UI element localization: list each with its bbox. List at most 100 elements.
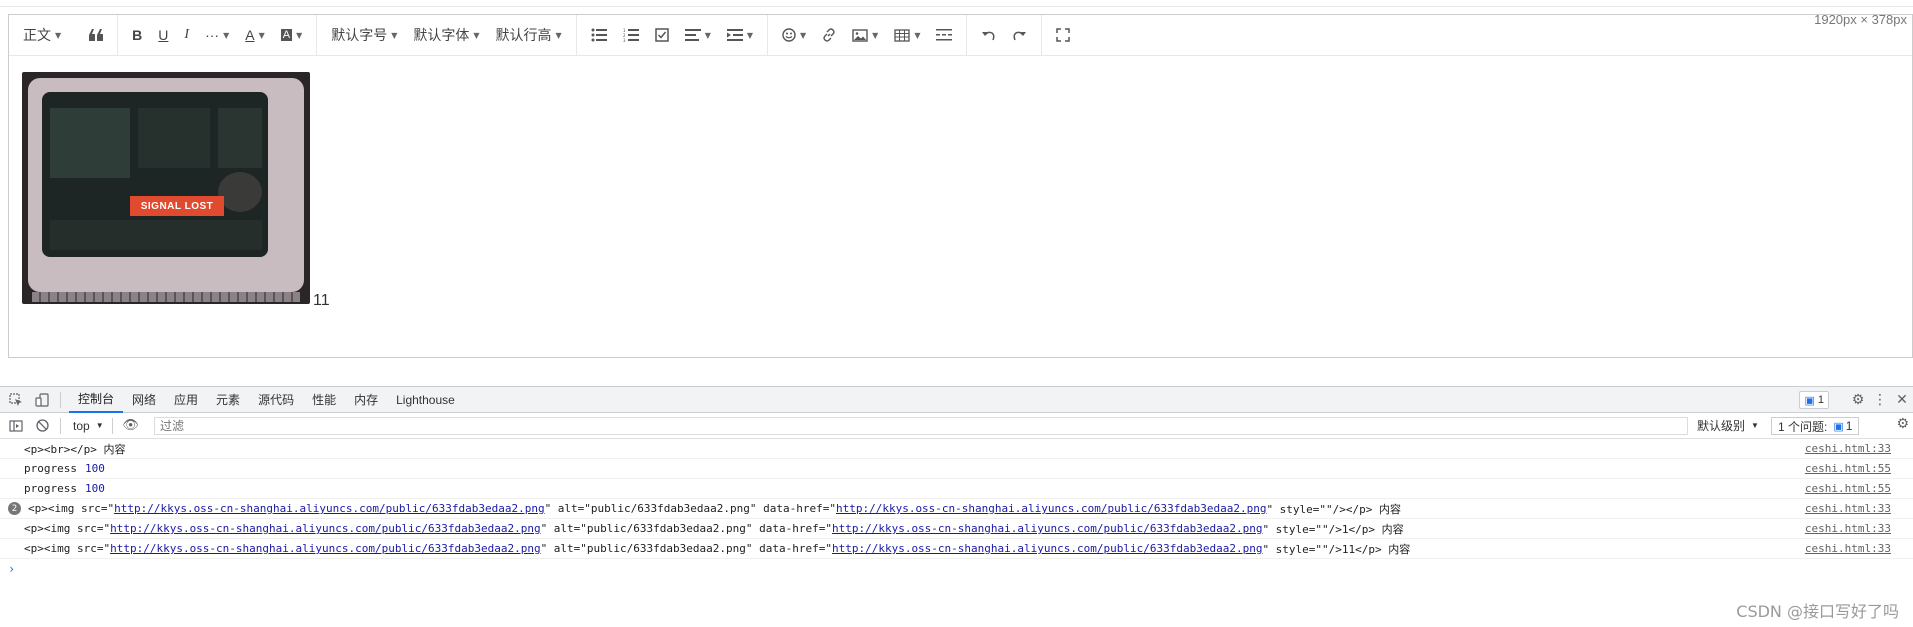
- bg-color-icon: A: [280, 29, 293, 41]
- source-link[interactable]: ceshi.html:55: [1805, 462, 1891, 475]
- console-filter-input[interactable]: [154, 417, 1688, 435]
- rich-text-editor: 正文 ▼ B U I ··· ▼ A ▼ A ▼ 默认字号 ▼ 默认字体 ▼ 默认行高 ▼ 1…: [8, 14, 1913, 358]
- tab-application[interactable]: 应用: [165, 387, 207, 413]
- todo-icon: [654, 28, 669, 42]
- devtools-panel: 控制台 网络 应用 元素 源代码 性能 内存 Lighthouse ▣ 1 ⚙ ⋮…: [0, 386, 1913, 627]
- toolbar-divider: [966, 14, 968, 56]
- log-levels-label: 默认级别: [1697, 419, 1746, 433]
- source-link[interactable]: ceshi.html:33: [1805, 442, 1891, 455]
- keyboard-strip: [32, 292, 300, 302]
- kebab-icon: ⋮: [1873, 392, 1887, 408]
- numbered-list-button[interactable]: 123: [615, 19, 647, 51]
- more-options-button[interactable]: ⋮: [1869, 392, 1891, 408]
- tab-network[interactable]: 网络: [123, 387, 165, 413]
- tab-lighthouse[interactable]: Lighthouse: [387, 387, 464, 413]
- quote-button[interactable]: [81, 19, 111, 51]
- close-devtools-button[interactable]: ✕: [1891, 392, 1913, 408]
- console-settings-button[interactable]: ⚙: [1896, 416, 1909, 432]
- source-link[interactable]: ceshi.html:55: [1805, 482, 1891, 495]
- line-height-label: 默认行高: [495, 27, 552, 43]
- monitor-screen: SIGNAL LOST: [42, 92, 268, 257]
- tab-sources[interactable]: 源代码: [249, 387, 303, 413]
- image-icon: [852, 28, 868, 42]
- todo-button[interactable]: [647, 19, 677, 51]
- screen-globe-panel: [218, 172, 262, 212]
- toolbar-divider: [1041, 14, 1043, 56]
- undo-button[interactable]: [973, 19, 1004, 51]
- underline-button[interactable]: U: [150, 19, 176, 51]
- font-family-label: 默认字体: [413, 27, 470, 43]
- bullet-list-icon: [591, 28, 607, 42]
- clear-console-button[interactable]: [32, 416, 52, 436]
- clear-icon: [35, 419, 49, 432]
- bold-button[interactable]: B: [124, 19, 150, 51]
- log-url-link[interactable]: http://kkys.oss-cn-shanghai.aliyuncs.com…: [832, 542, 1262, 555]
- link-button[interactable]: [814, 19, 844, 51]
- log-label: progress: [24, 462, 77, 475]
- sidebar-toggle-button[interactable]: [6, 416, 26, 436]
- log-url-link[interactable]: http://kkys.oss-cn-shanghai.aliyuncs.com…: [110, 522, 540, 535]
- tab-memory[interactable]: 内存: [345, 387, 387, 413]
- tab-divider: [60, 391, 61, 408]
- settings-button[interactable]: ⚙: [1847, 392, 1869, 408]
- font-size-label: 默认字号: [331, 27, 388, 43]
- log-url-link[interactable]: http://kkys.oss-cn-shanghai.aliyuncs.com…: [832, 522, 1262, 535]
- quote-icon: [89, 29, 104, 41]
- context-label: top: [73, 418, 90, 433]
- context-selector[interactable]: top ▼: [73, 419, 104, 433]
- bg-color-button[interactable]: A ▼: [273, 19, 311, 51]
- inserted-image[interactable]: SIGNAL LOST: [22, 72, 310, 304]
- log-text-pre: <p><img src=": [24, 522, 111, 535]
- log-url-link[interactable]: http://kkys.oss-cn-shanghai.aliyuncs.com…: [114, 502, 544, 515]
- redo-button[interactable]: [1004, 19, 1035, 51]
- image-button[interactable]: ▼: [844, 19, 886, 51]
- screen-map-panel: [50, 108, 130, 178]
- log-url-link[interactable]: http://kkys.oss-cn-shanghai.aliyuncs.com…: [110, 542, 540, 555]
- emoji-button[interactable]: ▼: [774, 19, 814, 51]
- tab-elements[interactable]: 元素: [207, 387, 249, 413]
- source-link[interactable]: ceshi.html:33: [1805, 542, 1891, 555]
- divider-button[interactable]: [928, 19, 960, 51]
- justify-button[interactable]: ▼: [677, 19, 719, 51]
- more-button[interactable]: ··· ▼: [197, 19, 237, 51]
- tab-console[interactable]: 控制台: [69, 387, 124, 413]
- source-link[interactable]: ceshi.html:33: [1805, 502, 1891, 515]
- device-toolbar-button[interactable]: [32, 390, 52, 410]
- font-family-dropdown[interactable]: 默认字体 ▼: [405, 19, 487, 51]
- font-size-dropdown[interactable]: 默认字号 ▼: [323, 19, 405, 51]
- log-text-post: " style=""/>1</p> 内容: [1262, 522, 1404, 536]
- filter-divider: [60, 417, 61, 434]
- inspect-element-button[interactable]: [6, 390, 26, 410]
- chevron-down-icon: ▼: [872, 30, 879, 40]
- underline-icon: U: [158, 27, 169, 43]
- chevron-down-icon: ▼: [914, 30, 921, 40]
- line-height-dropdown[interactable]: 默认行高 ▼: [488, 19, 570, 51]
- indent-icon: [726, 29, 743, 41]
- source-link[interactable]: ceshi.html:33: [1805, 522, 1891, 535]
- tab-performance[interactable]: 性能: [303, 387, 345, 413]
- issues-badge[interactable]: ▣ 1: [1799, 391, 1829, 409]
- indent-button[interactable]: ▼: [719, 19, 761, 51]
- italic-button[interactable]: I: [176, 19, 197, 51]
- log-url-link[interactable]: http://kkys.oss-cn-shanghai.aliyuncs.com…: [836, 502, 1266, 515]
- font-color-button[interactable]: A ▼: [237, 19, 273, 51]
- console-message: <p><br></p> 内容 ceshi.html:33: [0, 439, 1913, 459]
- log-levels-dropdown[interactable]: 默认级别 ▼: [1697, 417, 1759, 434]
- editor-content[interactable]: SIGNAL LOST 11: [9, 56, 1912, 357]
- fullscreen-button[interactable]: [1048, 19, 1078, 51]
- paragraph-text: 11: [313, 292, 330, 309]
- live-expression-button[interactable]: 👁: [121, 416, 141, 436]
- table-icon: [894, 28, 910, 42]
- log-text-mid: " alt="public/633fdab3edaa2.png" data-hr…: [540, 542, 832, 555]
- inspect-icon: [9, 392, 22, 406]
- table-button[interactable]: ▼: [886, 19, 928, 51]
- bullet-list-button[interactable]: [583, 19, 615, 51]
- prompt-chevron-icon: ›: [8, 562, 16, 576]
- issues-count: 1: [1845, 419, 1853, 433]
- issues-counter[interactable]: 1 个问题: ▣ 1: [1771, 417, 1860, 435]
- console-prompt[interactable]: ›: [0, 559, 1913, 579]
- issues-label: 1 个问题:: [1778, 419, 1828, 434]
- fullscreen-icon: [1056, 28, 1071, 42]
- console-message: <p><img src=" http://kkys.oss-cn-shanghai…: [0, 539, 1913, 559]
- heading-dropdown[interactable]: 正文 ▼: [15, 19, 69, 51]
